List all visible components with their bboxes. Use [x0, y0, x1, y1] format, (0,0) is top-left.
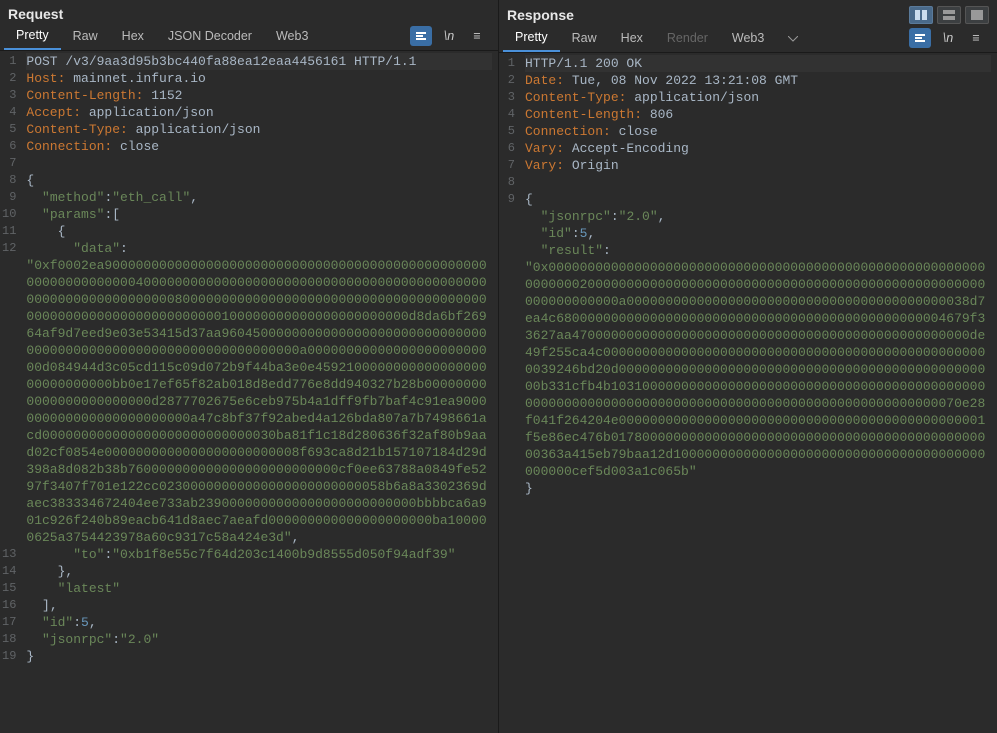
code-line[interactable]: { "jsonrpc":"2.0", "id":5, "result":"0x0… [525, 191, 991, 497]
layout-horizontal-icon[interactable] [909, 6, 933, 24]
tab-hex[interactable]: Hex [609, 25, 655, 51]
tab-raw[interactable]: Raw [61, 23, 110, 49]
line-number: 6 [501, 140, 515, 157]
code-line[interactable]: ], [26, 597, 492, 614]
code-line[interactable]: Date: Tue, 08 Nov 2022 13:21:08 GMT [525, 72, 991, 89]
line-number: 5 [2, 121, 16, 138]
request-title: Request [8, 6, 63, 22]
request-editor[interactable]: 12345678910111213141516171819 POST /v3/9… [0, 51, 498, 733]
tab-json-decoder[interactable]: JSON Decoder [156, 23, 264, 49]
line-number: 1 [501, 55, 515, 72]
line-number: 14 [2, 563, 16, 580]
line-number: 10 [2, 206, 16, 223]
code-line[interactable]: Content-Type: application/json [525, 89, 991, 106]
response-editor[interactable]: 123456789 HTTP/1.1 200 OKDate: Tue, 08 N… [499, 53, 997, 733]
code-line[interactable]: POST /v3/9aa3d95b3bc440fa88ea12eaa445616… [26, 53, 492, 70]
request-menu-icon[interactable]: ≡ [466, 26, 488, 46]
code-line[interactable]: Vary: Origin [525, 157, 991, 174]
line-number: 19 [2, 648, 16, 665]
tab-raw[interactable]: Raw [560, 25, 609, 51]
code-line[interactable]: { [26, 172, 492, 189]
line-number: 3 [2, 87, 16, 104]
tab-web3[interactable]: Web3 [720, 25, 776, 51]
line-number: 4 [2, 104, 16, 121]
line-number: 4 [501, 106, 515, 123]
code-line[interactable]: Connection: close [26, 138, 492, 155]
request-format-icon[interactable] [410, 26, 432, 46]
line-number: 8 [501, 174, 515, 191]
code-line[interactable]: Connection: close [525, 123, 991, 140]
line-number: 17 [2, 614, 16, 631]
response-wrap-icon[interactable]: \n [937, 28, 959, 48]
response-format-icon[interactable] [909, 28, 931, 48]
line-number: 16 [2, 597, 16, 614]
code-line[interactable]: { [26, 223, 492, 240]
code-line[interactable]: "data":"0xf0002ea90000000000000000000000… [26, 240, 492, 546]
code-line[interactable]: Content-Length: 1152 [26, 87, 492, 104]
code-line[interactable]: }, [26, 563, 492, 580]
response-menu-icon[interactable]: ≡ [965, 28, 987, 48]
response-panel: Response PrettyRawHexRenderWeb3 \n ≡ 123… [499, 0, 997, 733]
tab-web3[interactable]: Web3 [264, 23, 320, 49]
tab-pretty[interactable]: Pretty [4, 22, 61, 50]
code-line[interactable]: "jsonrpc":"2.0" [26, 631, 492, 648]
layout-toggle [909, 6, 989, 24]
line-number: 9 [2, 189, 16, 206]
code-line[interactable]: Content-Type: application/json [26, 121, 492, 138]
line-number: 13 [2, 546, 16, 563]
line-number: 5 [501, 123, 515, 140]
tab-pretty[interactable]: Pretty [503, 24, 560, 52]
code-line[interactable]: "to":"0xb1f8e55c7f64d203c1400b9d8555d050… [26, 546, 492, 563]
code-line[interactable]: Accept: application/json [26, 104, 492, 121]
line-number: 8 [2, 172, 16, 189]
code-line[interactable]: Host: mainnet.infura.io [26, 70, 492, 87]
tab-render[interactable]: Render [655, 25, 720, 51]
code-line[interactable]: HTTP/1.1 200 OK [525, 55, 991, 72]
code-line[interactable]: Content-Length: 806 [525, 106, 991, 123]
line-number: 11 [2, 223, 16, 240]
layout-single-icon[interactable] [965, 6, 989, 24]
request-wrap-icon[interactable]: \n [438, 26, 460, 46]
code-line[interactable]: "params":[ [26, 206, 492, 223]
line-number: 2 [2, 70, 16, 87]
chevron-down-icon[interactable] [776, 25, 810, 51]
code-line[interactable]: "latest" [26, 580, 492, 597]
line-number: 7 [2, 155, 16, 172]
layout-vertical-icon[interactable] [937, 6, 961, 24]
tab-hex[interactable]: Hex [110, 23, 156, 49]
line-number: 3 [501, 89, 515, 106]
code-line[interactable] [26, 155, 492, 172]
line-number: 12 [2, 240, 16, 546]
line-number: 1 [2, 53, 16, 70]
response-title: Response [507, 7, 574, 23]
code-line[interactable]: } [26, 648, 492, 665]
line-number: 15 [2, 580, 16, 597]
line-number: 6 [2, 138, 16, 155]
response-tabs: PrettyRawHexRenderWeb3 \n ≡ [499, 24, 997, 53]
request-tabs: PrettyRawHexJSON DecoderWeb3 \n ≡ [0, 22, 498, 51]
code-line[interactable]: "method":"eth_call", [26, 189, 492, 206]
line-number: 9 [501, 191, 515, 497]
line-number: 2 [501, 72, 515, 89]
request-panel: Request PrettyRawHexJSON DecoderWeb3 \n … [0, 0, 499, 733]
line-number: 18 [2, 631, 16, 648]
code-line[interactable] [525, 174, 991, 191]
code-line[interactable]: Vary: Accept-Encoding [525, 140, 991, 157]
line-number: 7 [501, 157, 515, 174]
code-line[interactable]: "id":5, [26, 614, 492, 631]
